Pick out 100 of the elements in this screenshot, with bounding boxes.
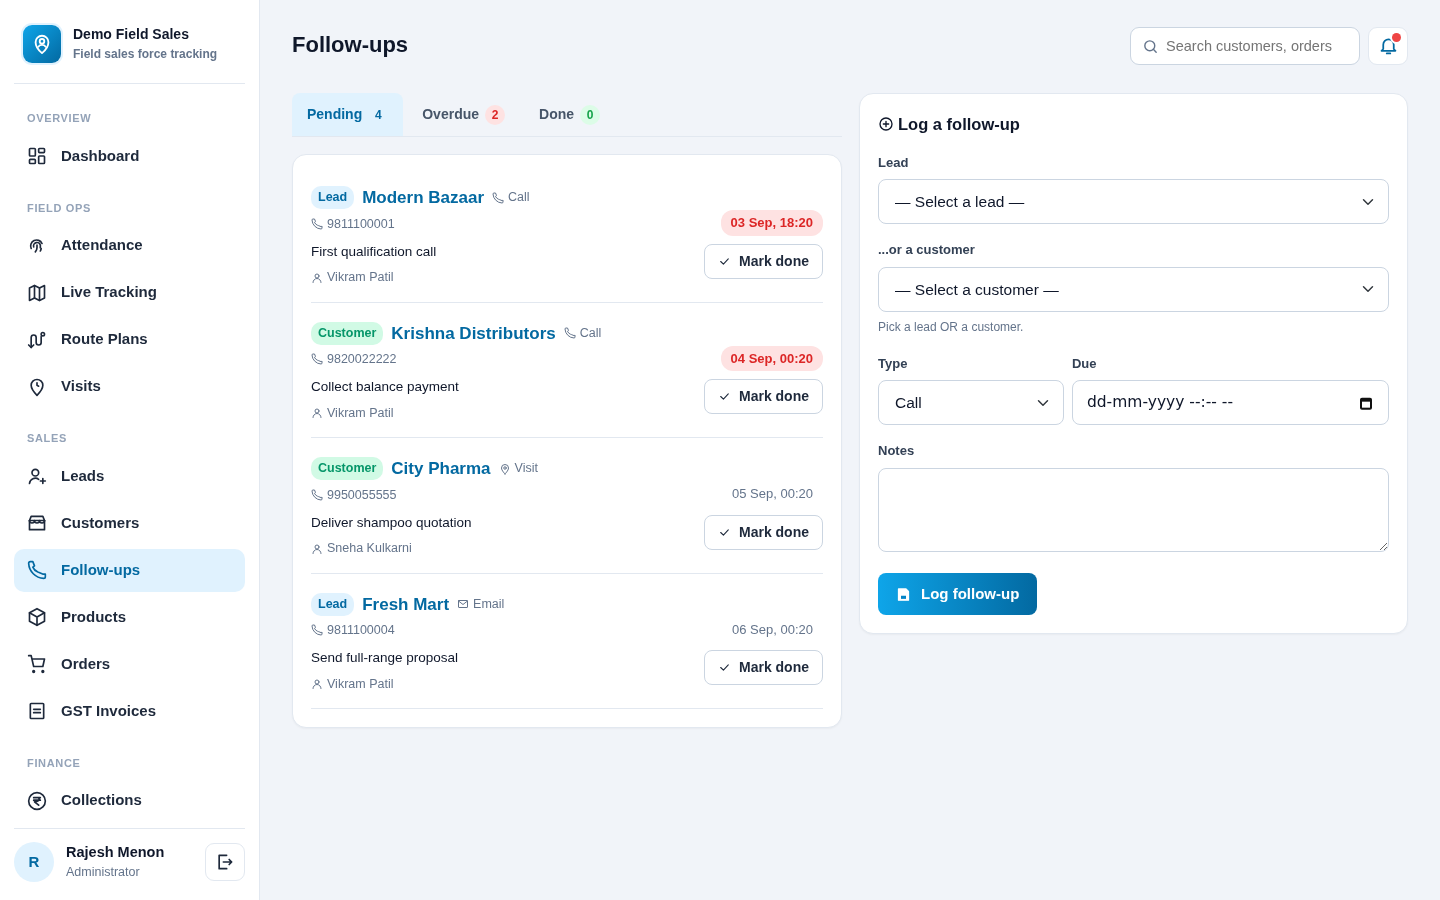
follow-up-note: Send full-range proposal — [311, 649, 460, 668]
mark-done-button[interactable]: Mark done — [704, 243, 823, 279]
contact-name[interactable]: Krishna Distributors — [391, 320, 556, 346]
nav-item[interactable]: GST Invoices — [14, 689, 245, 733]
assignee: Vikram Patil — [311, 268, 394, 287]
assignee: Vikram Patil — [311, 403, 394, 423]
nav-item[interactable]: Orders — [14, 642, 245, 686]
box-icon — [27, 607, 47, 627]
select-field[interactable]: Call — [878, 380, 1064, 426]
nav-item[interactable]: Customers — [14, 501, 245, 545]
user-name: Rajesh Menon — [66, 842, 166, 862]
contact-name[interactable]: Fresh Mart — [362, 591, 450, 617]
mark-done-button[interactable]: Mark done — [704, 514, 823, 550]
phone-number: 9811100001 — [311, 214, 395, 234]
field-label: Type — [878, 354, 909, 373]
field-label: ...or a customer — [878, 241, 976, 260]
tab[interactable]: Pending 4 — [292, 93, 404, 136]
user-avatar: R — [14, 841, 54, 882]
location-pin-icon — [498, 462, 511, 475]
date-time-field[interactable]: dd-mm-yyyy --:-- -- — [1071, 380, 1389, 426]
due-date: 04 Sep, 00:20 — [720, 345, 823, 371]
submit-button[interactable]: Log follow-up — [878, 572, 1038, 616]
logout-button[interactable] — [205, 842, 245, 881]
grid-icon — [27, 146, 47, 166]
user-role: Administrator — [66, 864, 141, 882]
phone-icon — [311, 353, 323, 366]
rupee-icon — [27, 790, 47, 811]
nav-item[interactable]: Dashboard — [14, 134, 245, 178]
section-heading: OVERVIEW — [26, 111, 93, 126]
tab[interactable]: Done 0 — [524, 93, 616, 136]
nav-item[interactable]: Attendance — [14, 224, 245, 267]
plus-circle-icon — [878, 116, 894, 133]
section-heading: FIELD OPS — [26, 200, 92, 216]
phone-icon — [311, 624, 323, 637]
nav-item[interactable]: Live Tracking — [14, 271, 245, 314]
type-badge: Lead — [311, 592, 355, 616]
phone-icon — [563, 327, 576, 340]
save-icon — [896, 586, 911, 602]
due-date: 06 Sep, 00:20 — [731, 620, 814, 639]
person-icon — [311, 542, 323, 555]
contact-name[interactable]: City Pharma — [391, 456, 491, 482]
follow-up-type: Call — [563, 323, 602, 343]
follow-up-note: Deliver shampoo quotation — [311, 513, 473, 532]
type-badge: Customer — [311, 457, 384, 481]
nav-item[interactable]: Leads — [14, 454, 245, 498]
notifications-button[interactable] — [1368, 26, 1408, 65]
location-pin-icon — [27, 376, 47, 397]
phone-number: 9950055555 — [311, 485, 397, 505]
check-icon — [718, 390, 731, 403]
due-date: 03 Sep, 18:20 — [720, 210, 823, 236]
mark-done-button[interactable]: Mark done — [704, 379, 823, 414]
search-field[interactable]: Search customers, orders — [1130, 26, 1360, 65]
person-icon — [311, 271, 323, 284]
form-title: Log a follow-up — [898, 114, 1020, 135]
map-icon — [27, 282, 47, 303]
notes-field[interactable] — [878, 467, 1389, 552]
mark-done-button[interactable]: Mark done — [704, 650, 823, 685]
nav-item[interactable]: Collections — [14, 779, 245, 822]
field-label: Notes — [878, 442, 916, 461]
help-text: Pick a lead OR a customer. — [878, 318, 1025, 336]
phone-number: 9820022222 — [311, 350, 397, 369]
phone-icon — [311, 488, 323, 501]
route-icon — [27, 329, 47, 350]
phone-icon — [311, 217, 323, 230]
follow-up-type: Visit — [498, 459, 538, 479]
select-field[interactable]: — Select a customer — — [878, 266, 1389, 312]
follow-up-note: Collect balance payment — [311, 378, 460, 397]
nav-item[interactable]: Follow-ups — [14, 548, 245, 592]
tab[interactable]: Overdue 2 — [407, 93, 521, 136]
type-badge: Customer — [311, 321, 384, 345]
phone-number: 9811100004 — [311, 621, 395, 640]
nav-item[interactable]: Visits — [14, 365, 245, 408]
tab-count: 4 — [373, 106, 383, 124]
invoice-icon — [27, 701, 47, 721]
assignee: Vikram Patil — [311, 674, 394, 694]
select-field[interactable]: — Select a lead — — [878, 179, 1389, 225]
phone-icon — [492, 191, 505, 204]
follow-up-type: Email — [457, 594, 505, 614]
person-icon — [311, 678, 323, 690]
nav-item[interactable]: Products — [14, 595, 245, 639]
tab-count: 0 — [580, 104, 601, 125]
contact-name[interactable]: Modern Bazaar — [362, 185, 485, 211]
cart-icon — [27, 654, 47, 674]
field-label: Due — [1071, 354, 1098, 373]
store-icon — [27, 513, 47, 533]
app-title: Demo Field Sales — [73, 25, 190, 44]
follow-up-note: First qualification call — [311, 242, 438, 261]
section-heading: SALES — [26, 431, 68, 446]
page-title: Follow-ups — [292, 32, 409, 59]
type-badge: Lead — [311, 186, 355, 210]
due-date: 05 Sep, 00:20 — [731, 485, 814, 503]
app-subtitle: Field sales force tracking — [73, 46, 218, 63]
section-heading: FINANCE — [26, 755, 82, 771]
nav-item[interactable]: Route Plans — [14, 318, 245, 361]
follow-up-type: Call — [492, 188, 530, 208]
field-label: Lead — [878, 153, 910, 172]
phone-icon — [27, 560, 47, 580]
envelope-icon — [457, 598, 470, 611]
user-plus-icon — [27, 466, 47, 486]
check-icon — [718, 661, 731, 674]
